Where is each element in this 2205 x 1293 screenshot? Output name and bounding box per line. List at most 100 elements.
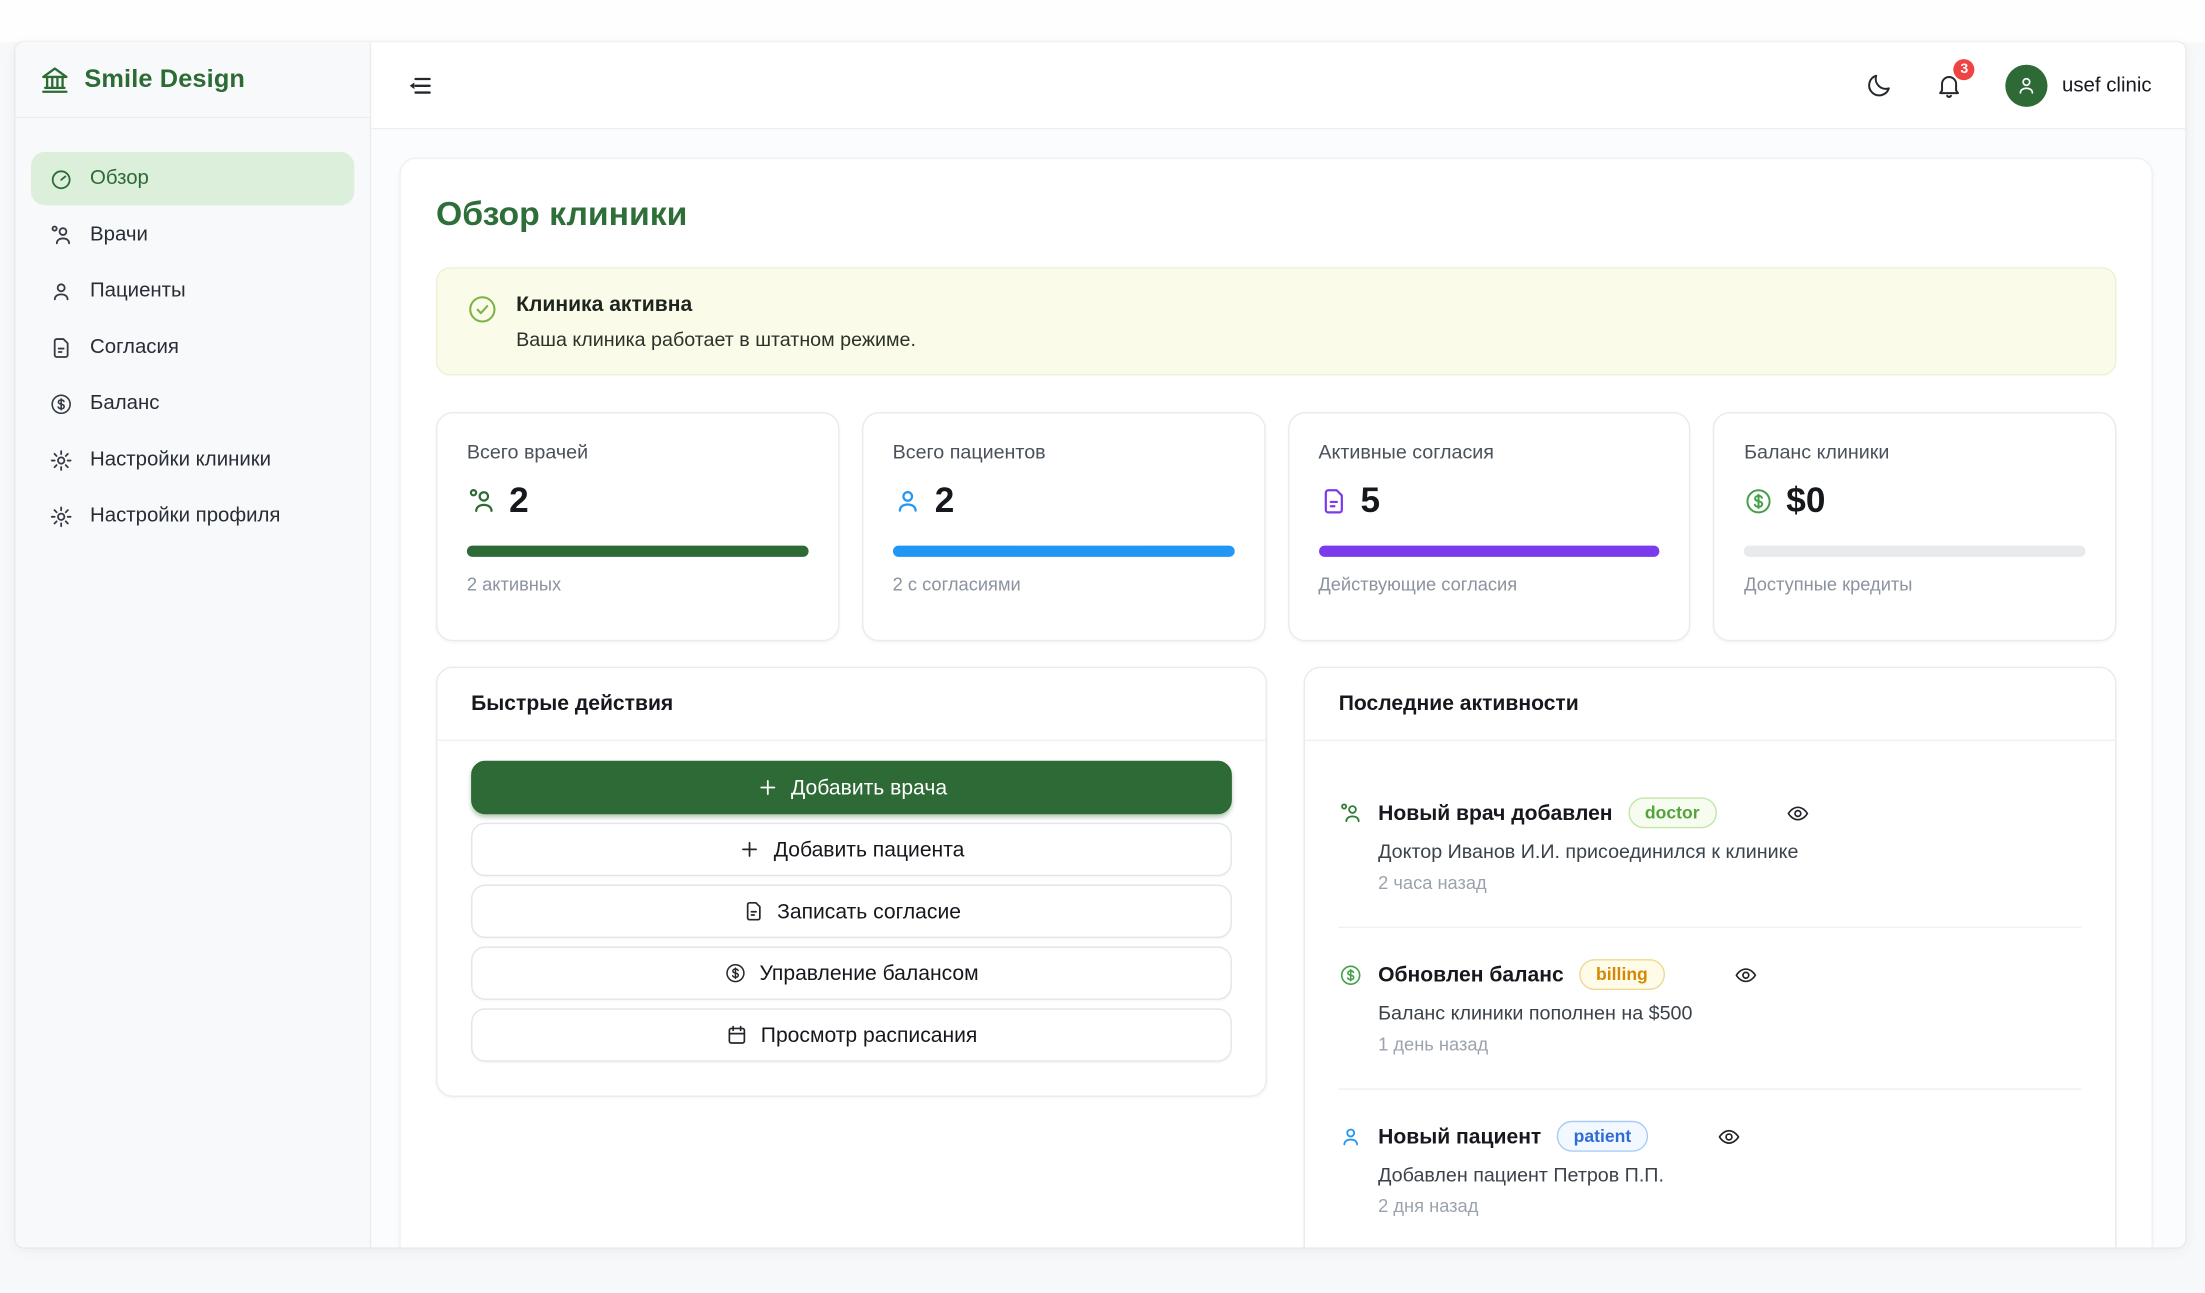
stat-label: Активные согласия	[1318, 440, 1659, 463]
stat-card-balance: Баланс клиники $0 Доступные кредиты	[1713, 412, 2116, 641]
plus-icon	[756, 776, 779, 799]
stat-value: 5	[1361, 481, 1381, 522]
progress-bar	[467, 546, 808, 557]
quick-actions-list: Добавить врача Добавить пациента Записат…	[437, 741, 1265, 1095]
sidebar-item-label: Настройки клиники	[90, 449, 271, 472]
stat-cards: Всего врачей 2 2 активных Всего пациенто…	[436, 412, 2116, 641]
quick-actions-panel: Быстрые действия Добавить врача Добавить…	[436, 667, 1267, 1097]
page-title: Обзор клиники	[436, 195, 2116, 234]
screen: Smile Design Обзор Врачи Пациенты Согла	[0, 0, 2205, 1293]
dollar-circle-icon	[1744, 487, 1774, 517]
notification-badge: 3	[1954, 58, 1975, 79]
brand-name: Smile Design	[84, 65, 245, 95]
document-icon	[49, 335, 73, 359]
stat-caption: 2 с согласиями	[893, 574, 1234, 595]
dark-mode-toggle[interactable]	[1865, 71, 1893, 99]
gauge-icon	[49, 167, 73, 191]
activity-badge: patient	[1557, 1121, 1648, 1152]
dollar-circle-icon	[724, 962, 747, 985]
stat-value: $0	[1786, 481, 1825, 522]
manage-balance-button[interactable]: Управление балансом	[471, 946, 1232, 999]
stat-label: Всего пациентов	[893, 440, 1234, 463]
activity-item: Обновлен баланс billing Баланс клиники п…	[1339, 927, 2082, 1089]
user-icon	[1339, 1124, 1363, 1148]
recent-activities-panel: Последние активности Новый врач добавлен…	[1304, 667, 2117, 1248]
collapse-sidebar-icon	[405, 71, 433, 99]
stat-caption: Доступные кредиты	[1744, 574, 2085, 595]
eye-icon	[1785, 801, 1809, 825]
avatar[interactable]	[2006, 64, 2048, 106]
notifications: 3	[1935, 71, 1963, 99]
activity-item: Новый врач добавлен doctor Доктор Иванов…	[1339, 780, 2082, 926]
button-label: Управление балансом	[759, 961, 978, 985]
eye-icon	[1717, 1124, 1741, 1148]
status-banner-text: Клиника активна Ваша клиника работает в …	[516, 293, 916, 351]
add-patient-button[interactable]: Добавить пациента	[471, 823, 1232, 876]
dollar-circle-icon	[1339, 963, 1363, 987]
record-consent-button[interactable]: Записать согласие	[471, 885, 1232, 938]
view-schedule-button[interactable]: Просмотр расписания	[471, 1008, 1232, 1061]
view-activity-button[interactable]	[1785, 801, 1809, 825]
sidebar-item-label: Обзор	[90, 167, 149, 190]
view-activity-button[interactable]	[1734, 963, 1758, 987]
sidebar-item-label: Врачи	[90, 224, 148, 247]
sidebar-item-overview[interactable]: Обзор	[31, 152, 354, 205]
doctor-icon	[1339, 801, 1363, 825]
progress-bar	[893, 546, 1234, 557]
sidebar-item-consents[interactable]: Согласия	[31, 321, 354, 374]
main-column: 3 usef clinic Обзор клиники Клиника акти…	[371, 42, 2185, 1247]
check-circle-icon	[467, 294, 498, 325]
button-label: Добавить пациента	[774, 837, 965, 861]
status-banner-title: Клиника активна	[516, 293, 916, 317]
view-activity-button[interactable]	[1717, 1124, 1741, 1148]
sidebar: Smile Design Обзор Врачи Пациенты Согла	[15, 42, 371, 1247]
stat-label: Всего врачей	[467, 440, 808, 463]
sidebar-nav: Обзор Врачи Пациенты Согласия Баланс	[15, 118, 369, 543]
stat-caption: 2 активных	[467, 574, 808, 595]
doctor-icon	[467, 487, 497, 517]
activity-time: 2 часа назад	[1378, 872, 2081, 893]
activity-time: 1 день назад	[1378, 1034, 2081, 1055]
sidebar-item-patients[interactable]: Пациенты	[31, 264, 354, 317]
sidebar-item-clinic-settings[interactable]: Настройки клиники	[31, 433, 354, 486]
activity-time: 2 дня назад	[1378, 1195, 2081, 1216]
content-area: Обзор клиники Клиника активна Ваша клини…	[371, 129, 2185, 1247]
brand-logo: Smile Design	[15, 42, 369, 118]
activities-list: Новый врач добавлен doctor Доктор Иванов…	[1305, 741, 2115, 1247]
progress-bar	[1318, 546, 1659, 557]
quick-actions-title: Быстрые действия	[437, 668, 1265, 741]
topbar-right: 3 usef clinic	[1865, 64, 2151, 106]
calendar-icon	[726, 1024, 749, 1047]
stat-card-patients: Всего пациентов 2 2 с согласиями	[862, 412, 1265, 641]
sidebar-item-label: Настройки профиля	[90, 505, 280, 528]
activity-item: Новый пациент patient Добавлен пациент П…	[1339, 1088, 2082, 1247]
sidebar-item-label: Согласия	[90, 336, 179, 359]
sidebar-item-label: Баланс	[90, 392, 159, 415]
activity-description: Баланс клиники пополнен на $500	[1378, 1001, 2081, 1024]
gear-icon	[49, 504, 73, 528]
sidebar-collapse-button[interactable]	[405, 71, 433, 99]
stat-card-consents: Активные согласия 5 Действующие согласия	[1287, 412, 1690, 641]
gear-icon	[49, 448, 73, 472]
bank-icon	[39, 64, 70, 95]
stat-card-doctors: Всего врачей 2 2 активных	[436, 412, 839, 641]
dollar-icon	[49, 392, 73, 416]
user-name: usef clinic	[2062, 74, 2152, 97]
activity-badge: doctor	[1628, 797, 1716, 828]
add-doctor-button[interactable]: Добавить врача	[471, 761, 1232, 814]
sidebar-item-profile-settings[interactable]: Настройки профиля	[31, 489, 354, 542]
outer-background	[0, 0, 2205, 42]
activity-title: Новый пациент	[1378, 1124, 1541, 1148]
button-label: Добавить врача	[791, 776, 947, 800]
sidebar-item-balance[interactable]: Баланс	[31, 377, 354, 430]
stat-label: Баланс клиники	[1744, 440, 2085, 463]
user-icon	[893, 487, 923, 517]
panels-row: Быстрые действия Добавить врача Добавить…	[436, 667, 2116, 1248]
sidebar-item-doctors[interactable]: Врачи	[31, 208, 354, 261]
sidebar-item-label: Пациенты	[90, 280, 186, 303]
activity-title: Новый врач добавлен	[1378, 801, 1612, 825]
status-banner-description: Ваша клиника работает в штатном режиме.	[516, 328, 916, 351]
button-label: Просмотр расписания	[761, 1023, 978, 1047]
activity-badge: billing	[1579, 959, 1665, 990]
recent-activities-title: Последние активности	[1305, 668, 2115, 741]
